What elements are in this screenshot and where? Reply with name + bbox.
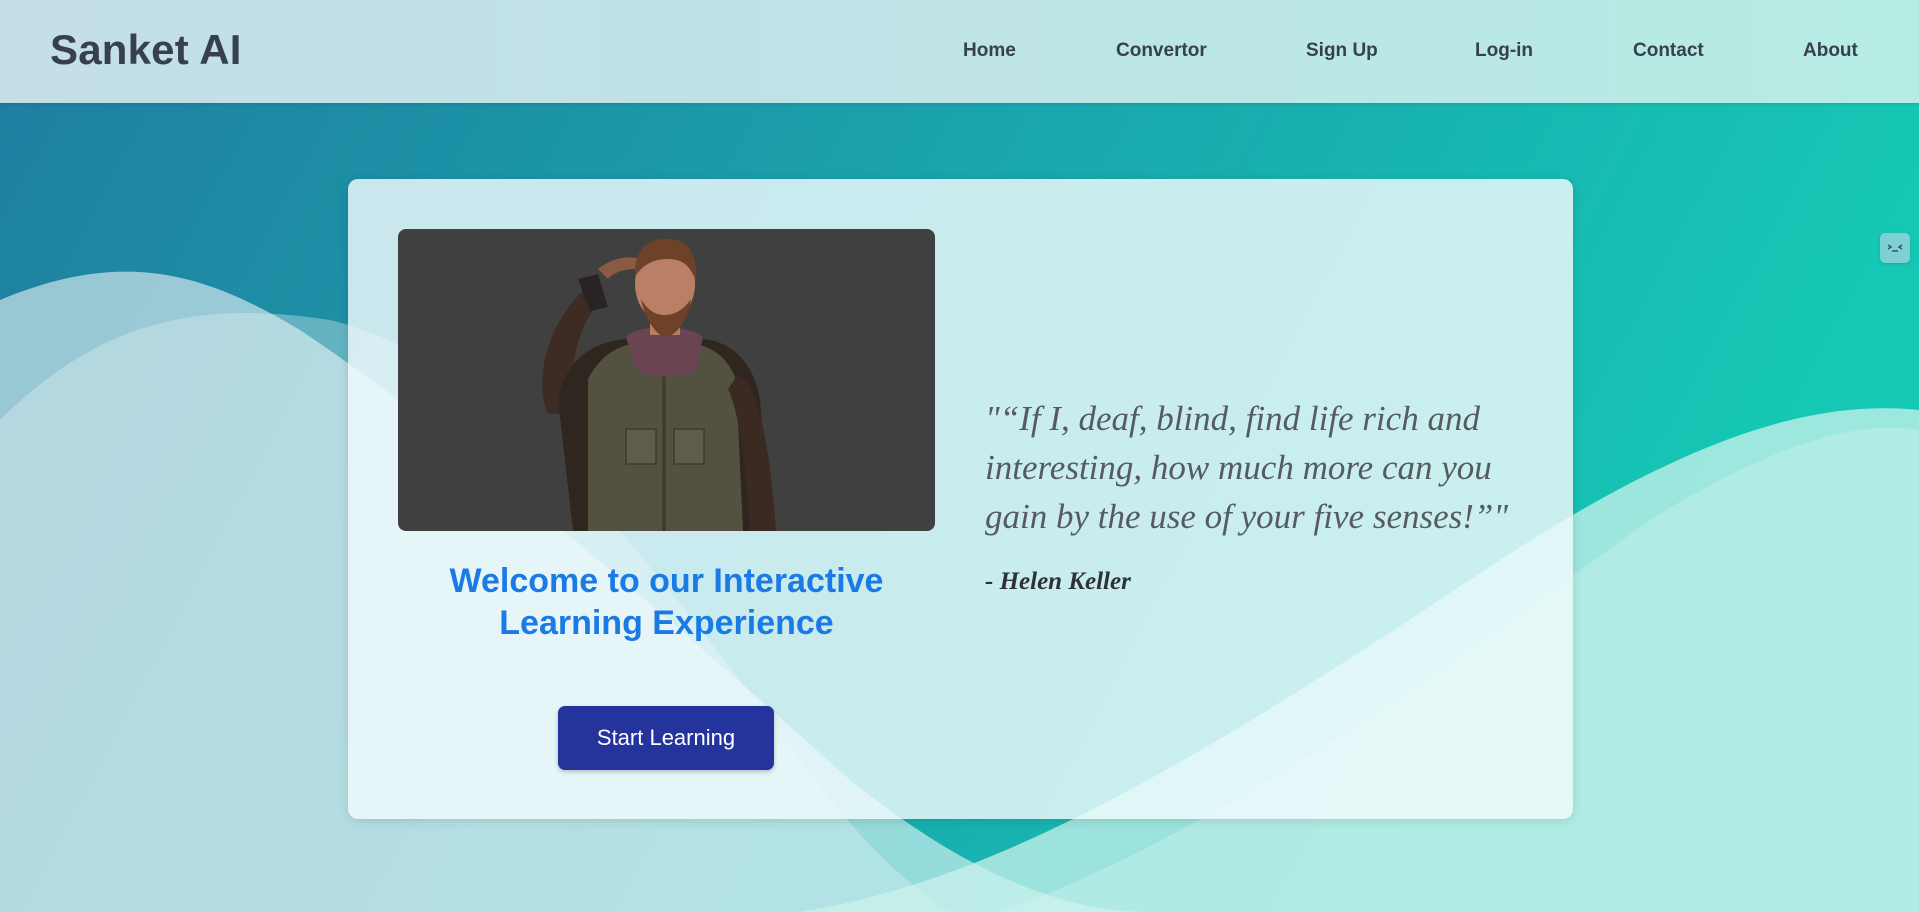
hero-card: Welcome to our Interactive Learning Expe…: [348, 179, 1573, 819]
nav-link-convertor[interactable]: Convertor: [1116, 40, 1207, 62]
helen-keller-quote: "“If I, deaf, blind, find life rich and …: [985, 399, 1509, 536]
start-learning-button[interactable]: Start Learning: [558, 706, 774, 770]
nav-link-sign-up[interactable]: Sign Up: [1306, 40, 1378, 62]
chat-widget-button[interactable]: [1880, 233, 1910, 263]
welcome-title: Welcome to our Interactive Learning Expe…: [449, 562, 884, 642]
nav-link-home[interactable]: Home: [963, 40, 1016, 62]
nav-link-log-in[interactable]: Log-in: [1475, 40, 1533, 62]
chat-bot-face-icon: [1887, 244, 1903, 252]
quote-author: - Helen Keller: [985, 568, 1131, 595]
sign-language-avatar-figure: [542, 238, 776, 531]
nav-link-about[interactable]: About: [1803, 40, 1858, 62]
nav-link-contact[interactable]: Contact: [1633, 40, 1704, 62]
nav-links: Home Convertor Sign Up Log-in Contact Ab…: [0, 40, 1919, 70]
top-navbar: Sanket AI Home Convertor Sign Up Log-in …: [0, 0, 1919, 103]
avatar-video[interactable]: [398, 229, 935, 531]
